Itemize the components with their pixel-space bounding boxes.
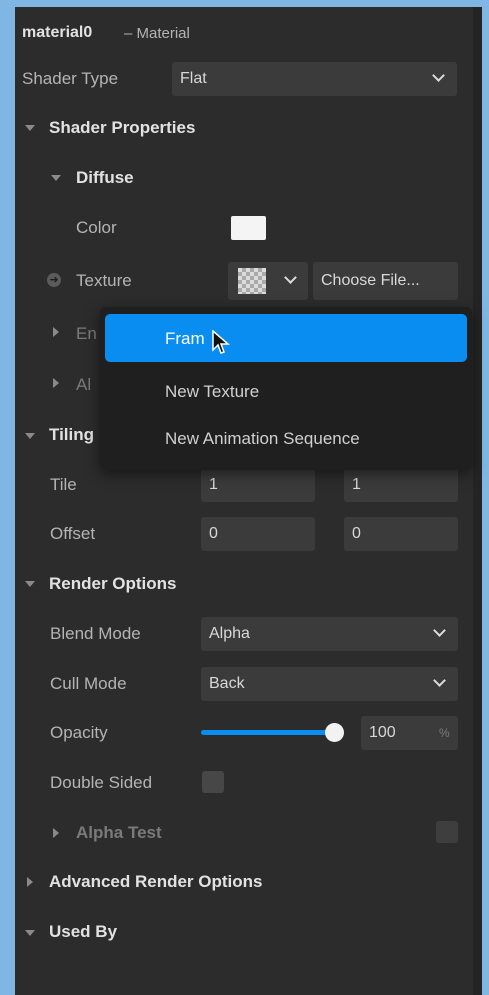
tile-y-input[interactable]: 1	[344, 468, 458, 502]
diffuse-header[interactable]: Diffuse	[76, 168, 134, 188]
collapse-triangle-icon[interactable]	[25, 930, 35, 936]
expand-triangle-icon[interactable]	[53, 828, 59, 838]
opacity-input[interactable]: 100 %	[361, 716, 458, 750]
texture-thumbnail	[238, 268, 266, 294]
panel-scrollbar-track[interactable]	[473, 7, 482, 995]
opacity-label: Opacity	[50, 723, 108, 742]
color-swatch[interactable]	[231, 216, 266, 240]
material-type-label: – Material	[124, 25, 190, 42]
chevron-down-icon	[432, 69, 445, 82]
offset-x-input[interactable]: 0	[201, 517, 315, 551]
menu-item-frame[interactable]: Fram	[165, 329, 205, 349]
cull-mode-value: Back	[209, 675, 245, 692]
environment-header-partial[interactable]: En	[76, 324, 97, 344]
blend-mode-value: Alpha	[209, 625, 250, 642]
collapse-triangle-icon[interactable]	[51, 175, 61, 181]
advanced-render-options-header[interactable]: Advanced Render Options	[49, 872, 262, 892]
opacity-slider-fill	[201, 730, 335, 735]
offset-y-input[interactable]: 0	[344, 517, 458, 551]
texture-link-icon[interactable]: ➜	[47, 273, 61, 287]
used-by-header[interactable]: Used By	[49, 922, 117, 942]
blend-mode-label: Blend Mode	[50, 624, 141, 643]
blend-mode-select[interactable]: Alpha	[201, 617, 458, 651]
texture-label: Texture	[76, 271, 132, 290]
opacity-value: 100	[369, 724, 396, 741]
expand-triangle-icon[interactable]	[53, 378, 59, 388]
shader-type-label: Shader Type	[22, 69, 119, 88]
tile-label: Tile	[50, 475, 77, 494]
collapse-triangle-icon[interactable]	[25, 581, 35, 587]
alpha-test-checkbox[interactable]	[436, 821, 458, 843]
cull-mode-label: Cull Mode	[50, 674, 127, 693]
material-name: material0	[22, 24, 93, 41]
chevron-down-icon	[433, 624, 446, 637]
chevron-down-icon	[433, 674, 446, 687]
collapse-triangle-icon[interactable]	[25, 433, 35, 439]
offset-label: Offset	[50, 524, 96, 543]
shader-type-select[interactable]: Flat	[172, 62, 457, 96]
opacity-slider-track[interactable]	[201, 730, 335, 735]
expand-triangle-icon[interactable]	[27, 877, 33, 887]
tile-x-input[interactable]: 1	[201, 468, 315, 502]
double-sided-label: Double Sided	[50, 773, 153, 792]
mouse-cursor-icon	[212, 330, 231, 354]
shader-properties-header[interactable]: Shader Properties	[49, 118, 195, 138]
tiling-header[interactable]: Tiling	[49, 425, 94, 445]
render-options-header[interactable]: Render Options	[49, 574, 177, 594]
alpha-test-header[interactable]: Alpha Test	[76, 823, 162, 843]
cull-mode-select[interactable]: Back	[201, 667, 458, 701]
shader-type-value: Flat	[180, 70, 207, 87]
opacity-unit: %	[439, 726, 450, 740]
alpha-header-partial[interactable]: Al	[76, 375, 91, 395]
chevron-down-icon	[284, 271, 297, 284]
opacity-slider-thumb[interactable]	[325, 723, 344, 742]
texture-picker[interactable]	[228, 262, 308, 300]
menu-item-new-texture[interactable]: New Texture	[165, 382, 259, 402]
color-label: Color	[76, 218, 117, 237]
menu-item-highlight[interactable]	[105, 314, 467, 362]
collapse-triangle-icon[interactable]	[25, 125, 35, 131]
choose-file-button[interactable]: Choose File...	[313, 262, 458, 300]
menu-item-new-animation-sequence[interactable]: New Animation Sequence	[165, 429, 360, 449]
double-sided-checkbox[interactable]	[202, 771, 224, 793]
expand-triangle-icon[interactable]	[53, 327, 59, 337]
